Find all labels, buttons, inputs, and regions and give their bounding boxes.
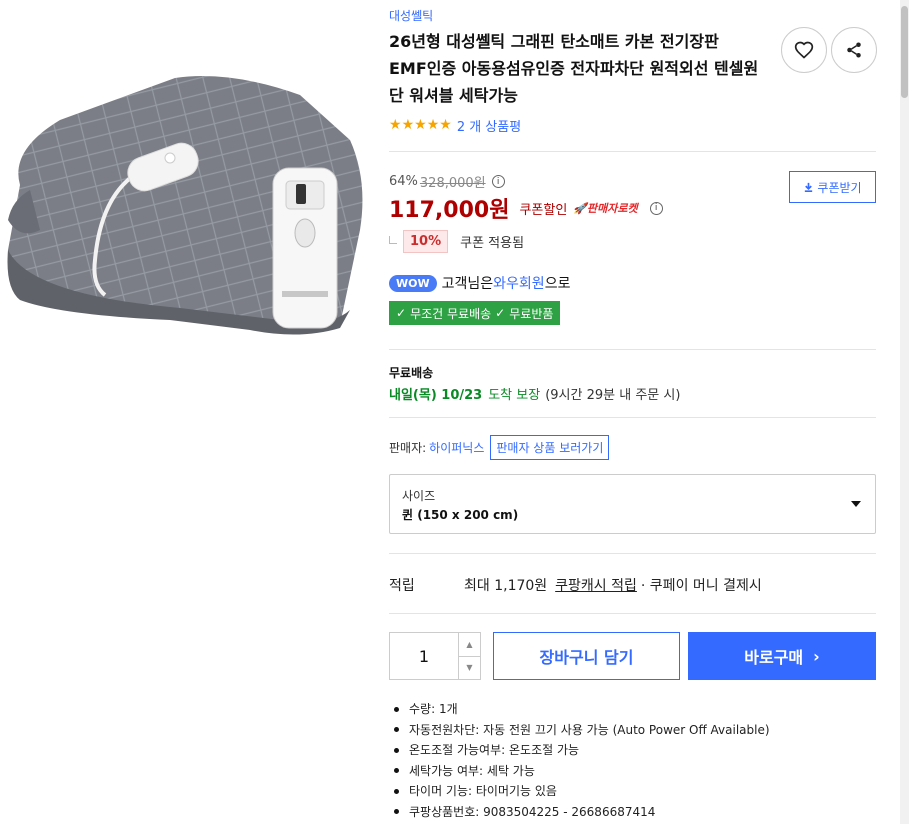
seller-label: 판매자: [389, 441, 427, 455]
option-value: 퀸 (150 x 200 cm) [402, 508, 519, 522]
free-return-label: 무료반품 [509, 306, 554, 321]
discount-rate: 64% [389, 174, 418, 189]
quantity-steppers: ▲ ▼ [458, 633, 480, 679]
star-icon: ★ [439, 117, 452, 133]
info-icon[interactable]: i [491, 175, 505, 188]
check-icon: ✓ [495, 306, 506, 320]
page-scrollbar[interactable] [900, 0, 909, 824]
free-benefits-badge: ✓ 무조건 무료배송 ✓ 무료반품 [389, 301, 561, 325]
divider [389, 349, 876, 350]
wow-member-link[interactable]: 와우회원 [493, 273, 545, 293]
star-icon: ★ [389, 117, 402, 133]
rocket-icon: 🚀 [573, 202, 587, 215]
attribute-item: 세탁가능 여부: 세탁 가능 [389, 761, 770, 782]
corner-indicator [389, 235, 397, 244]
divider [389, 613, 876, 614]
divider [389, 151, 876, 152]
download-icon [805, 182, 813, 192]
check-icon: ✓ [396, 306, 407, 320]
wow-badge: WOW [389, 274, 437, 292]
wow-member-row: WOW 고객님은 와우회원 으로 [389, 273, 570, 293]
coupon-download-label: 쿠폰받기 [817, 180, 862, 195]
seller-row: 판매자: 하이퍼닉스 판매자 상품 보러가기 [389, 435, 610, 460]
wow-suffix: 으로 [544, 276, 571, 292]
quantity-increase-button[interactable]: ▲ [459, 633, 480, 657]
attribute-item: 쿠팡상품번호: 9083504225 - 26686687414 [389, 802, 770, 823]
delivery-row: 내일(목) 10/23 도착 보장 (9시간 29분 내 주문 시) [389, 384, 680, 403]
free-shipping-label: 무조건 무료배송 [410, 306, 492, 321]
coupang-cash-link[interactable]: 쿠팡캐시 적립 [555, 575, 637, 595]
attribute-item: 자동전원차단: 자동 전원 끄기 사용 가능 (Auto Power Off A… [389, 720, 770, 741]
rating-row[interactable]: ★ ★ ★ ★ ★ 2 개 상품평 [389, 115, 521, 135]
wow-prefix: 고객님은 [441, 276, 494, 292]
seller-products-link[interactable]: 판매자 상품 보러가기 [490, 435, 610, 460]
points-suffix: · 쿠페이 머니 결제시 [640, 578, 762, 594]
info-icon[interactable]: i [649, 201, 663, 215]
brand-link[interactable]: 대성쎌틱 [389, 7, 433, 24]
favorite-button[interactable] [781, 27, 827, 73]
review-count-link[interactable]: 2 개 상품평 [457, 116, 521, 135]
divider [389, 417, 876, 418]
attribute-item: 수량: 1개 [389, 699, 770, 720]
add-to-cart-button[interactable]: 장바구니 담기 [493, 632, 680, 680]
points-max: 최대 1,170원 [464, 578, 548, 594]
quantity-input[interactable] [390, 633, 458, 679]
buy-now-button[interactable]: 바로구매 › [688, 632, 876, 680]
attribute-item: 온도조절 가능여부: 온도조절 가능 [389, 740, 770, 761]
product-title: 26년형 대성쎌틱 그래핀 탄소매트 카본 전기장판 EMF인증 아동용섬유인증… [389, 32, 759, 105]
heart-icon [794, 41, 814, 59]
chevron-right-icon: › [813, 646, 820, 666]
star-icon: ★ [401, 117, 415, 133]
delivery-guarantee: 도착 보장 [488, 388, 541, 403]
points-label: 적립 [389, 578, 415, 594]
caret-down-icon [851, 501, 861, 507]
product-image[interactable] [0, 70, 380, 340]
share-icon [847, 42, 861, 58]
attribute-item: 타이머 기능: 타이머기능 있음 [389, 781, 770, 802]
share-button[interactable] [831, 27, 877, 73]
seller-rocket-badge: 🚀판매자로켓 [573, 202, 638, 215]
original-price: 328,000원 [419, 176, 486, 191]
quantity-decrease-button[interactable]: ▼ [459, 657, 480, 680]
quantity-stepper: ▲ ▼ [389, 632, 481, 680]
original-price-row: 64% 328,000원 i [389, 172, 505, 191]
delivery-date: 내일(목) 10/23 [389, 388, 483, 403]
chevron-up-icon: ▲ [466, 639, 473, 649]
remote-controller-illustration [272, 167, 338, 329]
sale-price-row: 117,000원 쿠폰할인 🚀판매자로켓 i [389, 192, 663, 224]
scrollbar-thumb[interactable] [901, 6, 908, 98]
coupon-applied-row: 10% 쿠폰 적용됨 [389, 230, 524, 253]
option-label: 사이즈 [402, 489, 436, 503]
star-icon: ★ [414, 117, 427, 133]
delivery-note: (9시간 29분 내 주문 시) [545, 388, 681, 403]
coupon-download-button[interactable]: 쿠폰받기 [789, 171, 876, 203]
coupon-sale-label: 쿠폰할인 [519, 202, 568, 218]
product-attributes: 수량: 1개 자동전원차단: 자동 전원 끄기 사용 가능 (Auto Powe… [389, 699, 770, 822]
seller-name-link[interactable]: 하이퍼닉스 [429, 439, 484, 456]
coupon-percent-badge: 10% [403, 230, 449, 253]
shipping-title: 무료배송 [389, 366, 434, 380]
sale-price: 117,000원 [389, 198, 510, 223]
star-rating: ★ ★ ★ ★ ★ [389, 118, 452, 132]
points-row: 적립 최대 1,170원 쿠팡캐시 적립 · 쿠페이 머니 결제시 [389, 575, 762, 595]
size-option-select[interactable]: 사이즈 퀸 (150 x 200 cm) [389, 474, 876, 534]
buy-now-label: 바로구매 [744, 648, 804, 667]
star-icon: ★ [426, 117, 440, 133]
chevron-down-icon: ▼ [466, 663, 473, 673]
coupon-applied-text: 쿠폰 적용됨 [460, 236, 525, 251]
divider [389, 553, 876, 554]
